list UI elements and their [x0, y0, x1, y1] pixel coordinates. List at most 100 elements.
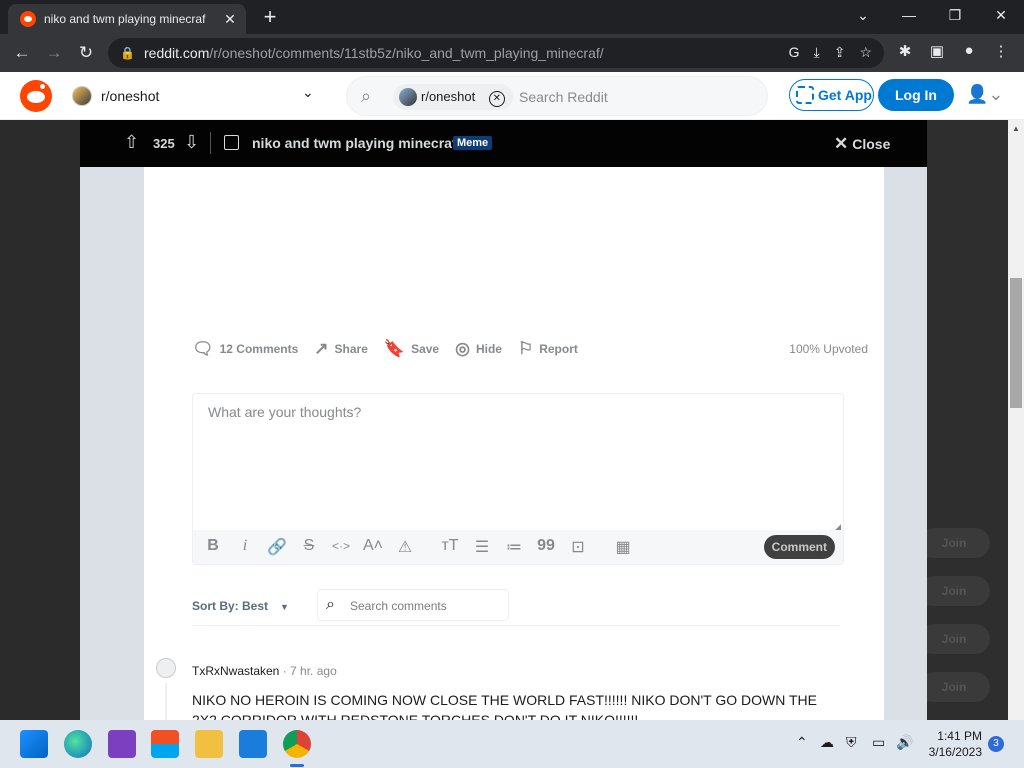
close-label: Close [852, 136, 891, 152]
microsoft-store-icon[interactable] [151, 730, 179, 758]
downvote-arrow-icon[interactable]: ⇩ [184, 132, 199, 153]
search-input[interactable]: Search Reddit [519, 89, 608, 105]
file-explorer-icon[interactable] [195, 730, 223, 758]
notification-badge[interactable]: 3 [988, 736, 1004, 752]
page-scrollbar[interactable]: ▲ [1008, 120, 1024, 720]
report-label: Report [539, 342, 578, 356]
clock-time: 1:41 PM [937, 729, 982, 743]
table-icon[interactable]: ▦ [612, 537, 634, 557]
address-bar[interactable]: 🔒 reddit.com/r/oneshot/comments/11stb5z/… [108, 38, 884, 68]
reddit-logo-icon[interactable] [20, 80, 52, 112]
chrome-menu-icon[interactable]: ⋮ [990, 42, 1012, 60]
show-hidden-icons-icon[interactable]: ⌃ [796, 734, 808, 751]
vote-score: 325 [153, 136, 175, 151]
quote-block-icon[interactable]: 99 [535, 537, 557, 555]
share-arrow-icon: ↗ [314, 339, 329, 358]
avatar[interactable] [156, 658, 176, 678]
chrome-icon[interactable] [283, 730, 311, 758]
search-scope-chip[interactable]: r/oneshot ✕ [393, 84, 513, 110]
heading-icon[interactable]: тT [439, 537, 461, 555]
active-app-indicator [290, 764, 304, 767]
tab-search-icon[interactable]: ⌄ [840, 0, 886, 30]
url-path: /r/oneshot/comments/11stb5z/niko_and_twm… [209, 45, 604, 61]
comment-input[interactable]: What are your thoughts? [208, 404, 361, 420]
windows-taskbar: ⌃ ☁ ⛨ ▭ 🔊 1:41 PM 3/16/2023 3 [0, 720, 1024, 768]
scrollbar-thumb[interactable] [1010, 278, 1022, 408]
post-flair[interactable]: Meme [453, 136, 493, 150]
onedrive-icon[interactable]: ☁ [820, 734, 834, 751]
side-panel-icon[interactable]: ▣ [926, 42, 948, 60]
log-in-button[interactable]: Log In [878, 79, 954, 111]
tab-close-icon[interactable]: ✕ [222, 11, 238, 28]
comment-author[interactable]: TxRxNwastaken [192, 664, 279, 678]
comments-button[interactable]: 🗨 12 Comments [192, 339, 298, 359]
caret-down-icon: ▼ [280, 602, 289, 612]
chevron-down-icon[interactable]: ⌄ [302, 84, 314, 101]
comment-time[interactable]: 7 hr. ago [290, 664, 337, 678]
tab-title: niko and twm playing minecraf [44, 12, 206, 26]
extensions-icon[interactable]: ✱ [894, 42, 916, 60]
spoiler-icon[interactable]: ⚠ [394, 537, 416, 557]
comment-search-input[interactable]: Search comments [350, 599, 447, 613]
numbered-list-icon[interactable]: ≔ [503, 537, 525, 557]
search-bar[interactable]: ⌕ r/oneshot ✕ Search Reddit [346, 76, 768, 116]
browser-tab[interactable]: niko and twm playing minecraf ✕ [8, 4, 246, 34]
volume-icon[interactable]: 🔊 [896, 734, 913, 751]
comment-search[interactable]: ⌕ Search comments [317, 589, 509, 621]
visual-studio-icon[interactable] [108, 730, 136, 758]
upvote-ratio: 100% Upvoted [789, 342, 868, 356]
report-button[interactable]: ⚐ Report [518, 339, 578, 359]
share-button[interactable]: ↗ Share [314, 339, 368, 359]
profile-icon[interactable]: ● [958, 42, 980, 59]
code-block-icon[interactable]: ⊡ [567, 537, 589, 557]
sort-dropdown[interactable]: Sort By: Best ▼ [192, 599, 289, 613]
get-app-label: Get App [818, 87, 872, 103]
share-page-icon[interactable]: ⇪ [834, 44, 846, 61]
minimize-button[interactable]: — [886, 0, 932, 30]
restore-button[interactable]: ❐ [932, 0, 978, 30]
bold-icon[interactable]: B [202, 537, 224, 555]
security-shield-icon[interactable]: ⛨ [846, 734, 857, 751]
forward-button[interactable]: → [42, 41, 66, 65]
upvote-arrow-icon[interactable]: ⇧ [124, 132, 139, 153]
reddit-favicon-icon [20, 11, 36, 27]
bookmark-star-icon[interactable]: ☆ [859, 44, 872, 61]
install-icon[interactable]: ⤓ [814, 44, 820, 61]
comment-bubble-icon: 🗨 [192, 339, 214, 358]
close-icon: ✕ [834, 134, 849, 153]
thread-line[interactable] [165, 683, 167, 723]
clear-scope-icon[interactable]: ✕ [488, 91, 505, 107]
save-button[interactable]: 🔖 Save [384, 339, 439, 359]
superscript-icon[interactable]: A˄ [362, 537, 384, 555]
italic-icon[interactable]: i [234, 537, 256, 555]
bulleted-list-icon[interactable]: ☰ [471, 537, 493, 557]
search-icon: ⌕ [361, 86, 372, 106]
google-lens-icon[interactable]: G [789, 44, 800, 61]
divider [210, 132, 211, 154]
back-button[interactable]: ← [10, 41, 34, 65]
link-icon[interactable]: 🔗 [266, 537, 288, 557]
user-menu-icon[interactable]: 👤⌄ [966, 84, 1004, 105]
scroll-up-icon[interactable]: ▲ [1012, 124, 1020, 133]
close-window-button[interactable]: ✕ [978, 0, 1024, 30]
get-app-button[interactable]: Get App [789, 79, 874, 111]
browser-tabstrip: niko and twm playing minecraf ✕ + ⌄ — ❐ … [0, 0, 1024, 34]
mail-icon[interactable] [239, 730, 267, 758]
windows-start-icon[interactable] [20, 730, 48, 758]
comment-editor[interactable]: What are your thoughts? ◢ B i 🔗 S <·> A˄… [192, 393, 844, 565]
post-title: niko and twm playing minecraf [252, 135, 457, 151]
system-clock[interactable]: 1:41 PM 3/16/2023 [920, 728, 982, 760]
comment-submit-button[interactable]: Comment [763, 535, 835, 559]
background-join-button: Join [918, 672, 990, 702]
strikethrough-icon[interactable]: S [298, 537, 320, 555]
post-action-bar: 🗨 12 Comments ↗ Share 🔖 Save ◎ Hide ⚐ Re… [192, 339, 594, 359]
new-tab-button[interactable]: + [258, 6, 282, 30]
edge-browser-icon[interactable] [64, 730, 92, 758]
close-modal-button[interactable]: ✕ Close [834, 134, 890, 154]
reload-button[interactable]: ↻ [74, 41, 98, 65]
inline-code-icon[interactable]: <·> [330, 539, 352, 553]
hide-button[interactable]: ◎ Hide [455, 339, 502, 359]
comments-label: 12 Comments [219, 342, 299, 356]
display-icon[interactable]: ▭ [872, 734, 885, 751]
community-name[interactable]: r/oneshot [101, 88, 159, 104]
